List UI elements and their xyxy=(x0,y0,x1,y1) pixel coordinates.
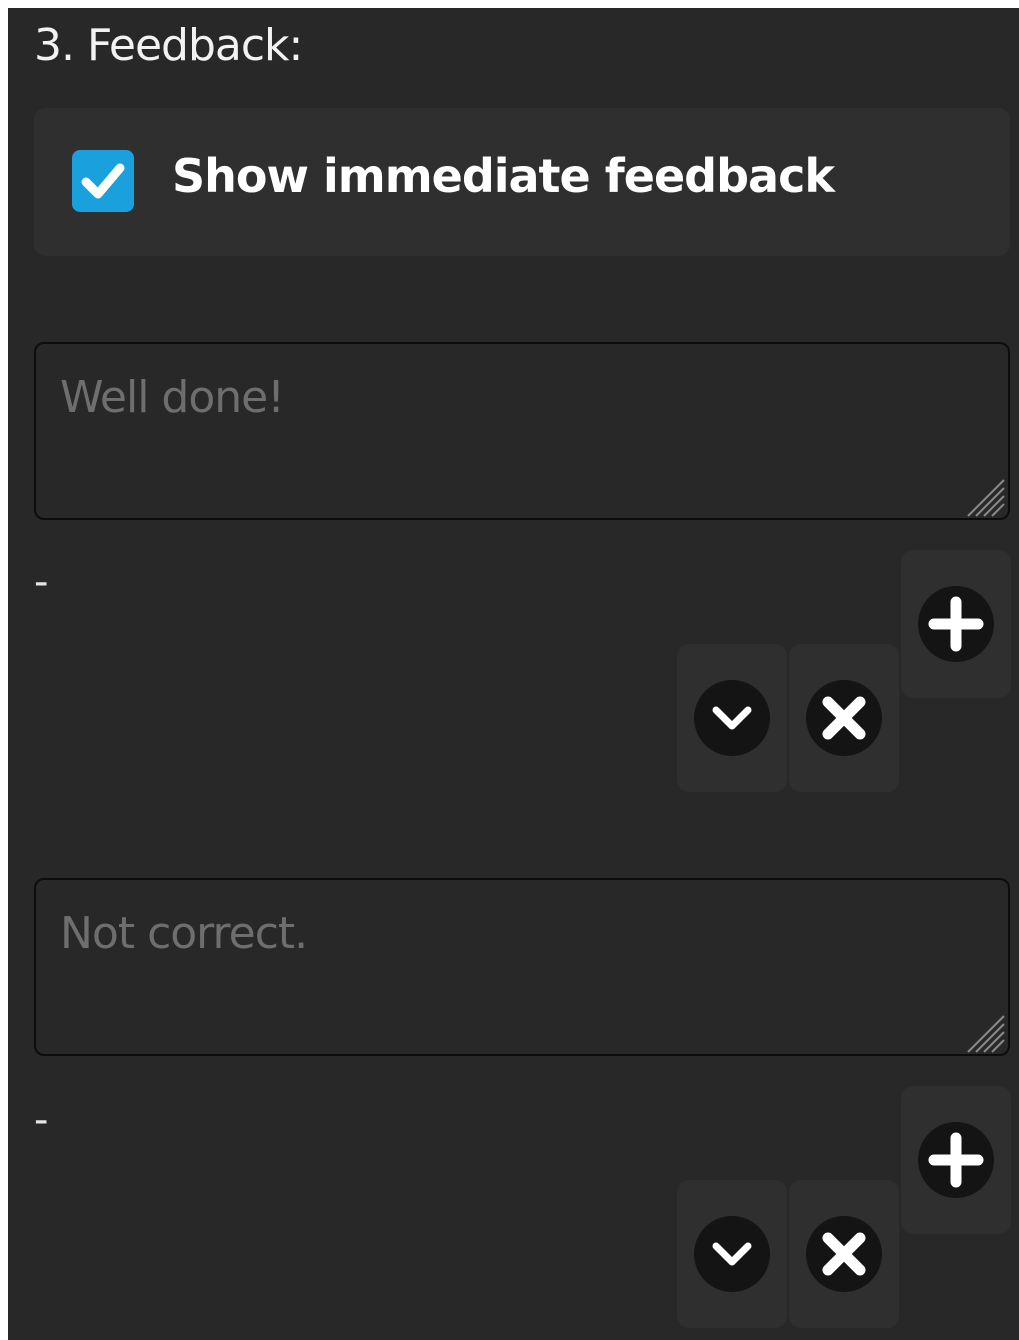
immediate-feedback-row[interactable]: Show immediate feedback xyxy=(34,108,1010,256)
remove-feedback-tile xyxy=(789,644,899,792)
add-feedback-button[interactable] xyxy=(918,1122,994,1198)
move-down-tile xyxy=(677,1180,787,1328)
chevron-down-icon xyxy=(712,1242,752,1266)
add-feedback-tile xyxy=(901,1086,1011,1234)
close-icon xyxy=(822,1232,866,1276)
resize-grip-icon[interactable] xyxy=(960,1008,1006,1054)
feedback-score-incorrect: - xyxy=(34,1097,49,1143)
section-title: 3. Feedback: xyxy=(34,20,303,71)
immediate-feedback-checkbox[interactable] xyxy=(72,150,134,212)
remove-feedback-button[interactable] xyxy=(806,1216,882,1292)
move-down-tile xyxy=(677,644,787,792)
feedback-panel: 3. Feedback: Show immediate feedback - xyxy=(8,8,1019,1340)
chevron-down-icon xyxy=(712,706,752,730)
close-icon xyxy=(822,696,866,740)
remove-feedback-button[interactable] xyxy=(806,680,882,756)
resize-grip-icon[interactable] xyxy=(960,472,1006,518)
move-down-button[interactable] xyxy=(694,1216,770,1292)
feedback-score-correct: - xyxy=(34,559,49,605)
immediate-feedback-label: Show immediate feedback xyxy=(172,149,835,203)
add-feedback-button[interactable] xyxy=(918,586,994,662)
remove-feedback-tile xyxy=(789,1180,899,1328)
move-down-button[interactable] xyxy=(694,680,770,756)
feedback-text-correct[interactable] xyxy=(34,342,1010,520)
plus-icon xyxy=(928,596,984,652)
checkmark-icon xyxy=(81,163,125,199)
add-feedback-tile xyxy=(901,550,1011,698)
feedback-text-incorrect[interactable] xyxy=(34,878,1010,1056)
plus-icon xyxy=(928,1132,984,1188)
